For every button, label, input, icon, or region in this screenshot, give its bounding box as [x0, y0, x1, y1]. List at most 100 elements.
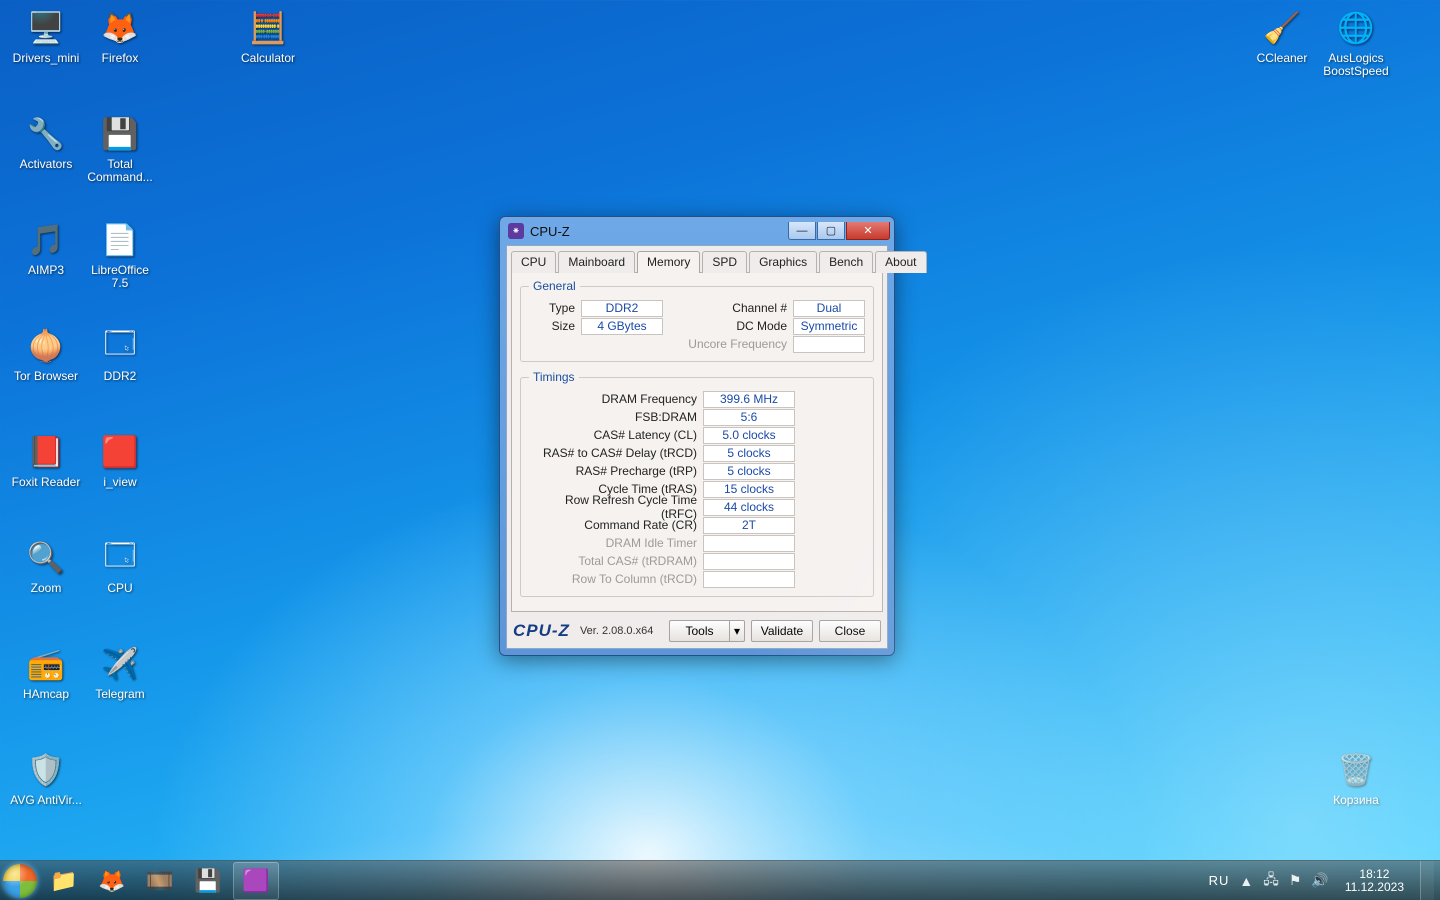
clock-time: 18:12: [1345, 868, 1404, 881]
show-desktop-button[interactable]: [1420, 861, 1434, 900]
timing-row: FSB:DRAM5:6: [529, 408, 865, 426]
titlebar[interactable]: ⁕ CPU-Z — ▢ ✕: [506, 217, 888, 245]
tools-button[interactable]: Tools: [669, 620, 729, 642]
app-icon: 📕: [24, 430, 68, 474]
desktop-icon-ddr2[interactable]: 🗔 DDR2: [82, 324, 158, 383]
group-timings: Timings DRAM Frequency399.6 MHzFSB:DRAM5…: [520, 370, 874, 597]
timing-row: DRAM Frequency 399.6 MHz: [529, 390, 865, 408]
timing-label: DRAM Frequency: [529, 392, 697, 406]
close-action-button[interactable]: Close: [819, 620, 881, 642]
timing-row: DRAM Idle Timer: [529, 534, 865, 552]
group-general: General Type DDR2 Channel # Dual: [520, 279, 874, 362]
cpuz-icon: 🟪: [242, 868, 269, 894]
language-indicator[interactable]: RU: [1209, 873, 1230, 888]
tools-dropdown-icon[interactable]: ▾: [729, 620, 745, 642]
timing-row: RAS# Precharge (tRP)5 clocks: [529, 462, 865, 480]
app-icon: 🔍: [24, 536, 68, 580]
app-icon: 🧮: [246, 6, 290, 50]
desktop-icon-ccleaner[interactable]: 🧹CCleaner: [1244, 6, 1320, 65]
tab-mainboard[interactable]: Mainboard: [558, 251, 635, 273]
app-icon: 🦊: [98, 6, 142, 50]
timing-label: RAS# to CAS# Delay (tRCD): [529, 446, 697, 460]
desktop-icon-activators[interactable]: 🔧Activators: [8, 112, 84, 171]
tray-action-center-icon[interactable]: ⚑: [1289, 872, 1302, 889]
totalcmd-icon: 💾: [194, 868, 221, 894]
icon-label: CPU: [82, 582, 158, 595]
label-uncore: Uncore Frequency: [679, 337, 787, 351]
taskbar-totalcmd[interactable]: 💾: [185, 862, 231, 900]
timing-label: DRAM Idle Timer: [529, 536, 697, 550]
icon-label: CCleaner: [1244, 52, 1320, 65]
validate-button[interactable]: Validate: [751, 620, 813, 642]
timing-label: RAS# Precharge (tRP): [529, 464, 697, 478]
icon-label: Корзина: [1318, 794, 1394, 807]
app-icon: 📻: [24, 642, 68, 686]
desktop-icon-firefox[interactable]: 🦊Firefox: [82, 6, 158, 65]
desktop-icon-total-command-[interactable]: 💾Total Command...: [82, 112, 158, 184]
desktop-icon-telegram[interactable]: ✈️Telegram: [82, 642, 158, 701]
maximize-button[interactable]: ▢: [817, 222, 845, 240]
icon-label: Zoom: [8, 582, 84, 595]
icon-label: Total Command...: [82, 158, 158, 184]
tray-volume-icon[interactable]: 🔊: [1311, 872, 1328, 889]
desktop-icon-aimp3[interactable]: 🎵AIMP3: [8, 218, 84, 277]
taskbar: 📁 🦊🎞️ 💾 🟪 RU ▲ 🖧 ⚑ 🔊 18:12 11.12.2023: [0, 860, 1440, 900]
window-title: CPU-Z: [530, 224, 781, 239]
desktop-icon-i-view[interactable]: 🟥i_view: [82, 430, 158, 489]
timing-label: Command Rate (CR): [529, 518, 697, 532]
desktop-icon-foxit-reader[interactable]: 📕Foxit Reader: [8, 430, 84, 489]
desktop-icon-avg-antivir-[interactable]: 🛡️AVG AntiVir...: [8, 748, 84, 807]
tab-about[interactable]: About: [875, 251, 926, 273]
timing-label: CAS# Latency (CL): [529, 428, 697, 442]
taskbar-cpuz[interactable]: 🟪: [233, 862, 279, 900]
desktop-icon-calculator[interactable]: 🧮Calculator: [230, 6, 306, 65]
version-label: Ver. 2.08.0.x64: [580, 625, 663, 637]
explorer-icon: 📁: [50, 868, 77, 894]
tab-bench[interactable]: Bench: [819, 251, 873, 273]
window-footer: CPU-Z Ver. 2.08.0.x64 Tools ▾ Validate C…: [507, 616, 887, 648]
window-controls: — ▢ ✕: [787, 222, 890, 240]
cpuz-app-icon: ⁕: [508, 223, 524, 239]
taskbar-explorer[interactable]: 📁: [41, 862, 87, 900]
label-dcmode: DC Mode: [679, 319, 787, 333]
value-uncore: [793, 336, 865, 353]
app-icon: 🖥️: [24, 6, 68, 50]
desktop-icon-cpu[interactable]: 🗔CPU: [82, 536, 158, 595]
tab-panel-memory: General Type DDR2 Channel # Dual: [511, 272, 883, 612]
app-icon: 💾: [98, 112, 142, 156]
windows-orb-icon: [3, 864, 37, 898]
app-icon: 🟥: [98, 430, 142, 474]
timing-value: 5 clocks: [703, 445, 795, 462]
label-channel: Channel #: [679, 301, 787, 315]
taskbar-mpc[interactable]: 🎞️: [137, 862, 183, 900]
start-button[interactable]: [0, 861, 40, 900]
brand-label: CPU-Z: [513, 621, 570, 641]
tray-network-icon[interactable]: 🖧: [1263, 869, 1279, 893]
tab-spd[interactable]: SPD: [702, 251, 747, 273]
system-tray: RU ▲ 🖧 ⚑ 🔊 18:12 11.12.2023: [1209, 861, 1440, 900]
desktop-icon-корзина[interactable]: 🗑️Корзина: [1318, 748, 1394, 807]
timing-value: 399.6 MHz: [703, 391, 795, 408]
cpuz-window: ⁕ CPU-Z — ▢ ✕ CPUMainboardMemorySPDGraph…: [499, 216, 895, 656]
tray-flag-icon[interactable]: ▲: [1239, 873, 1253, 889]
timing-label: FSB:DRAM: [529, 410, 697, 424]
tab-cpu[interactable]: CPU: [511, 251, 556, 273]
close-button[interactable]: ✕: [846, 222, 890, 240]
label-type: Type: [529, 301, 575, 315]
desktop-icon-tor-browser[interactable]: 🧅Tor Browser: [8, 324, 84, 383]
desktop-icon-libreoffice-7-5[interactable]: 📄LibreOffice 7.5: [82, 218, 158, 290]
timing-row: Row To Column (tRCD): [529, 570, 865, 588]
desktop-icon-drivers-mini[interactable]: 🖥️Drivers_mini: [8, 6, 84, 65]
app-icon: 🗔: [98, 324, 142, 368]
desktop-icon-auslogics-boostspeed[interactable]: 🌐AusLogics BoostSpeed: [1318, 6, 1394, 78]
taskbar-firefox[interactable]: 🦊: [89, 862, 135, 900]
tab-memory[interactable]: Memory: [637, 251, 700, 273]
taskbar-clock[interactable]: 18:12 11.12.2023: [1339, 868, 1410, 894]
icon-label: LibreOffice 7.5: [82, 264, 158, 290]
icon-label: DDR2: [82, 370, 158, 383]
tab-graphics[interactable]: Graphics: [749, 251, 817, 273]
desktop-icon-hamcap[interactable]: 📻HAmcap: [8, 642, 84, 701]
minimize-button[interactable]: —: [788, 222, 816, 240]
desktop-icon-zoom[interactable]: 🔍 Zoom: [8, 536, 84, 595]
app-icon: 📄: [98, 218, 142, 262]
